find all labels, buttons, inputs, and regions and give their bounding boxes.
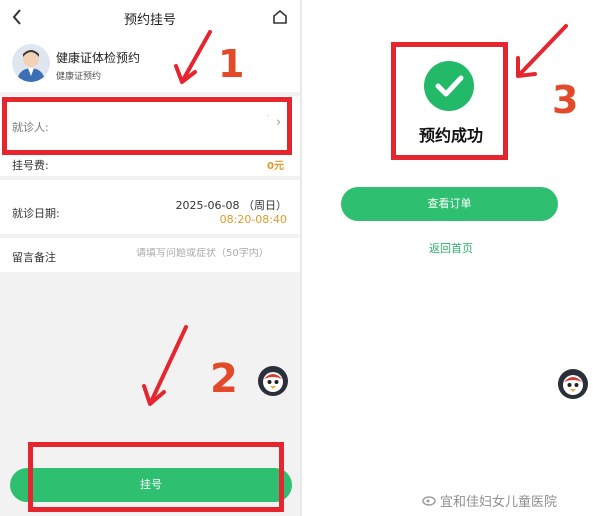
annotation-arrows [142, 24, 568, 406]
step-number-1: 1 [218, 42, 245, 86]
step-number-3: 3 [552, 78, 579, 122]
step-number-2: 2 [210, 356, 238, 402]
arrow-2 [149, 325, 188, 404]
arrow-3 [518, 24, 568, 76]
